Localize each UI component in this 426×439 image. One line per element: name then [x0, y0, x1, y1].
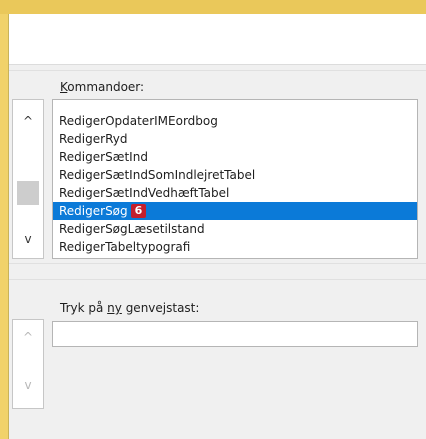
- window-frame-top: [0, 0, 426, 14]
- scroll-up-icon[interactable]: ^: [13, 114, 43, 128]
- step-badge: 6: [130, 203, 147, 218]
- divider: [9, 263, 426, 264]
- list-item[interactable]: RedigerSøgLæsetilstand: [53, 220, 417, 238]
- scroll-down-icon[interactable]: v: [13, 232, 43, 246]
- list-item[interactable]: RedigerTabeltypografi: [53, 238, 417, 256]
- list-item[interactable]: RedigerRyd: [53, 130, 417, 148]
- commands-listbox[interactable]: RedigerOpdaterIMEordbog RedigerRyd Redig…: [52, 99, 418, 259]
- new-shortcut-label: Tryk på ny genvejstast:: [60, 301, 200, 315]
- selected-command-label: RedigerSøg: [59, 204, 128, 218]
- list-item[interactable]: RedigerOpdaterIMEordbog: [53, 112, 417, 130]
- commands-label: Kommandoer:: [60, 80, 145, 94]
- current-keys-scrollbar: ^ v: [12, 319, 44, 409]
- new-shortcut-input[interactable]: [52, 321, 418, 347]
- dialog-header-strip: [9, 14, 426, 65]
- scroll-up-icon: ^: [22, 330, 34, 344]
- list-item[interactable]: RedigerSætIndSomIndlejretTabel: [53, 166, 417, 184]
- list-item[interactable]: RedigerSætIndVedhæftTabel: [53, 184, 417, 202]
- divider: [9, 70, 426, 71]
- categories-scrollbar[interactable]: ^ v: [12, 99, 44, 259]
- list-item-selected[interactable]: RedigerSøg 6: [53, 202, 417, 220]
- divider: [9, 279, 426, 280]
- scroll-down-icon: v: [24, 378, 32, 392]
- list-item[interactable]: RedigerSætInd: [53, 148, 417, 166]
- scroll-thumb[interactable]: [17, 181, 39, 205]
